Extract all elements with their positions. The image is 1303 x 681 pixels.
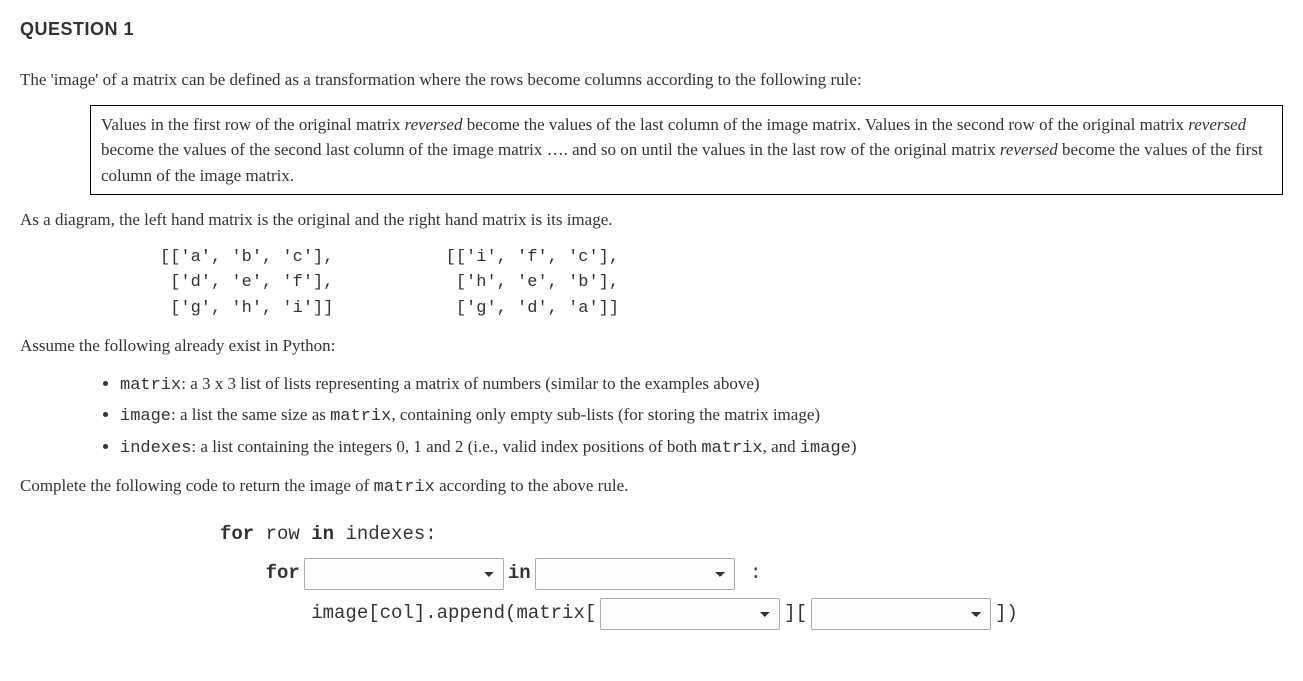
code-template: for row in indexes: for in : image[col].… [220, 515, 1283, 635]
list-item: image: a list the same size as matrix, c… [120, 402, 1283, 430]
indent [220, 554, 266, 594]
var-row: row [266, 515, 312, 555]
complete-post: according to the above rule. [435, 476, 629, 495]
rule-mid2: become the values of the second last col… [101, 140, 1000, 159]
diagram-text: As a diagram, the left hand matrix is th… [20, 207, 1283, 233]
code-line-2: for in : [220, 554, 1283, 594]
kw-for: for [266, 554, 300, 594]
bullet-code: indexes [120, 439, 191, 458]
bullet-list: matrix: a 3 x 3 list of lists representi… [120, 371, 1283, 462]
assume-text: Assume the following already exist in Py… [20, 333, 1283, 359]
dropdown-loop-var[interactable] [304, 558, 504, 590]
rule-rev3: reversed [1000, 140, 1058, 159]
complete-text: Complete the following code to return th… [20, 473, 1283, 501]
complete-code: matrix [374, 478, 435, 497]
complete-pre: Complete the following code to return th… [20, 476, 374, 495]
dropdown-index-1[interactable] [600, 598, 780, 630]
kw-in: in [508, 554, 531, 594]
dropdown-iterable[interactable] [535, 558, 735, 590]
rule-pre1: Values in the first row of the original … [101, 115, 405, 134]
bullet-code3: image [800, 439, 851, 458]
bullet-tail3: ) [851, 437, 857, 456]
rule-rev2: reversed [1188, 115, 1246, 134]
code-mid: ][ [784, 594, 807, 634]
code-line-3: image[col].append(matrix[ ][ ]) [220, 594, 1283, 634]
var-indexes: indexes: [345, 515, 436, 555]
dropdown-index-2[interactable] [811, 598, 991, 630]
rule-rev1: reversed [405, 115, 463, 134]
bullet-tail: : a list containing the integers 0, 1 an… [191, 437, 701, 456]
bullet-tail: : a list the same size as [171, 405, 330, 424]
list-item: matrix: a 3 x 3 list of lists representi… [120, 371, 1283, 399]
bullet-code: image [120, 407, 171, 426]
list-item: indexes: a list containing the integers … [120, 434, 1283, 462]
bullet-code2: matrix [701, 439, 762, 458]
code-end: ]) [995, 594, 1018, 634]
intro-text: The 'image' of a matrix can be defined a… [20, 67, 1283, 93]
bullet-code2: matrix [330, 407, 391, 426]
bullet-code: matrix [120, 376, 181, 395]
kw-for: for [220, 515, 266, 555]
question-title: QUESTION 1 [20, 16, 1283, 43]
bullet-tail2: , and [763, 437, 800, 456]
bullet-tail2: , containing only empty sub-lists (for s… [391, 405, 820, 424]
rule-mid1: become the values of the last column of … [462, 115, 1188, 134]
code-line-1: for row in indexes: [220, 515, 1283, 555]
indent [220, 594, 311, 634]
rule-box: Values in the first row of the original … [90, 105, 1283, 196]
matrix-diagram: [['a', 'b', 'c'], [['i', 'f', 'c'], ['d'… [160, 245, 1283, 322]
bullet-tail: : a 3 x 3 list of lists representing a m… [181, 374, 759, 393]
kw-in: in [311, 515, 345, 555]
colon: : [739, 554, 762, 594]
code-pre: image[col].append(matrix[ [311, 594, 596, 634]
